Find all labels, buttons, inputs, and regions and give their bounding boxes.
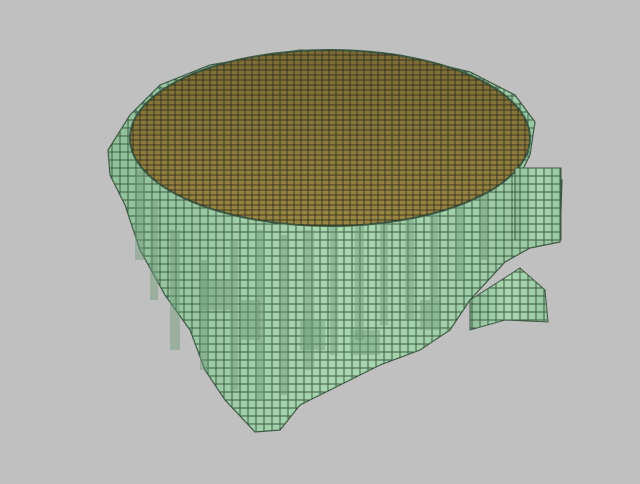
voxel-shadow — [150, 200, 158, 300]
cup-top-surface — [129, 49, 531, 227]
voxel-shadow — [170, 230, 180, 350]
voxel-shadow — [240, 300, 260, 340]
voxel-shadow — [230, 240, 238, 390]
voxel-shadow — [405, 210, 414, 320]
handle-knob — [514, 167, 562, 241]
render-viewport[interactable] — [0, 0, 640, 480]
voxel-shadow — [355, 220, 364, 340]
voxel-shadow — [300, 320, 325, 350]
voxel-shadow — [350, 330, 380, 355]
voxel-shadow — [135, 170, 145, 260]
voxel-shadow — [330, 225, 338, 355]
voxel-shadow — [280, 235, 288, 395]
voxel-scene — [107, 49, 563, 433]
voxel-shadow — [200, 280, 230, 310]
voxel-shadow — [430, 200, 438, 300]
voxel-shadow — [200, 260, 209, 370]
voxel-shadow — [380, 215, 388, 325]
voxel-shadow — [420, 300, 440, 330]
